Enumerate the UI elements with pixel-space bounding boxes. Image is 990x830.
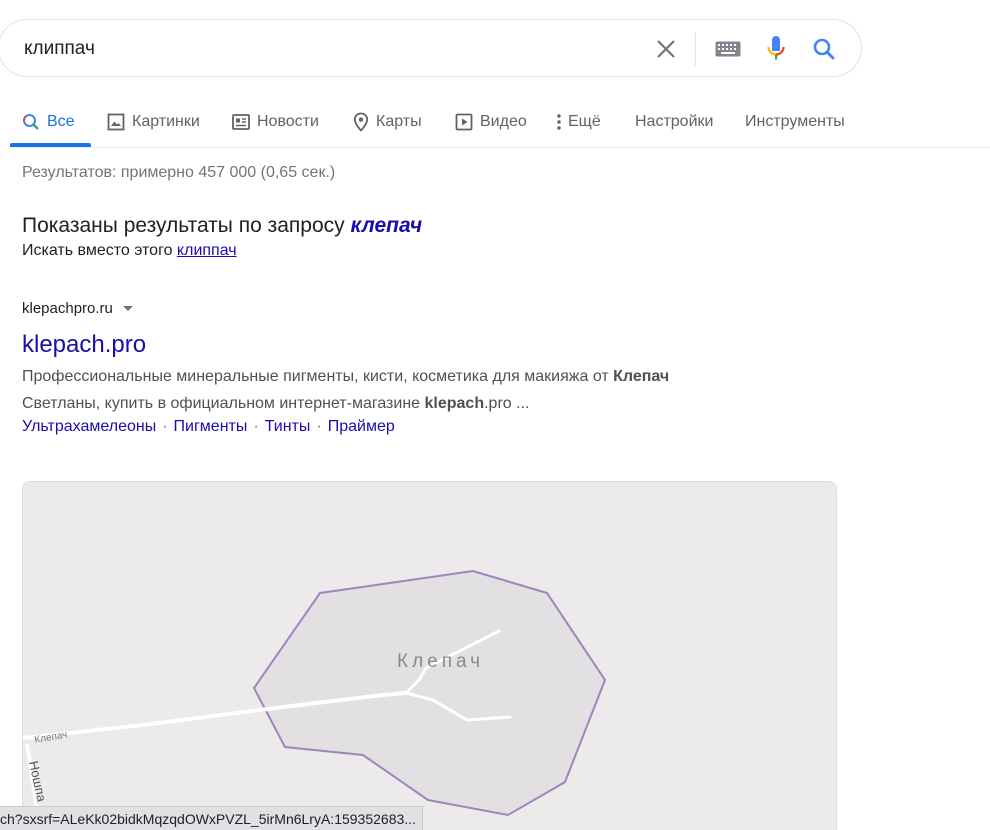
tab-settings[interactable]: Настройки [635,107,713,137]
sitelink[interactable]: Праймер [328,418,395,435]
tab-maps[interactable]: Карты [353,107,422,137]
snippet-text: .pro ... [484,395,530,412]
snippet-text: Светланы, купить в официальном интернет-… [22,395,425,412]
keyboard-icon[interactable] [711,34,745,64]
tab-label: Ещё [568,113,601,130]
search-divider [695,32,696,66]
sitelink[interactable]: Ультрахамелеоны [22,418,156,435]
image-icon [107,113,125,131]
corrected-query-link[interactable]: клепач [351,214,423,237]
sitelink[interactable]: Тинты [265,418,311,435]
news-icon [232,114,250,130]
search-tabs: Все Картинки Новости Карты Видео Ещё Нас… [0,100,990,148]
sitelink-separator: · [162,418,168,435]
sitelink[interactable]: Пигменты [174,418,248,435]
snippet-bold: klepach [424,395,485,412]
showing-results-line: Показаны результаты по запросу клепач [22,214,422,238]
original-query-link[interactable]: клиппач [177,242,237,259]
tab-label: Карты [376,113,422,130]
tab-label: Новости [257,113,319,130]
tab-tools[interactable]: Инструменты [745,107,845,137]
search-instead-prefix: Искать вместо этого [22,242,173,259]
clear-icon[interactable] [651,34,681,64]
map-street-label: Ношпа [26,760,49,804]
result-menu-caret-icon[interactable] [122,306,133,311]
result-snippet: Профессиональные минеральные пигменты, к… [22,363,842,417]
tab-label: Все [47,113,75,130]
tabs-divider [10,147,990,148]
map-pin-icon [353,112,369,132]
tab-label: Инструменты [745,113,845,130]
sitelink-separator: · [316,418,322,435]
search-box[interactable]: клиппач [0,19,862,77]
search-input[interactable]: клиппач [24,38,95,60]
tab-label: Настройки [635,113,714,130]
more-vert-icon [556,113,562,131]
result-title-link[interactable]: klepach.pro [22,331,842,359]
map-place-label: Клепач [397,651,484,672]
map-road-label: Клепач [34,729,69,746]
microphone-icon[interactable] [761,34,791,64]
tab-all[interactable]: Все [22,107,75,137]
sitelinks: Ультрахамелеоны · Пигменты · Тинты · Праймер [22,418,842,436]
spelling-correction: Показаны результаты по запросу клепач Ис… [22,214,422,260]
result-url: klepachpro.ru [22,300,842,317]
result-stats: Результатов: примерно 457 000 (0,65 сек.… [22,164,336,181]
search-instead-line: Искать вместо этого клиппач [22,242,422,260]
snippet-text: Профессиональные минеральные пигменты, к… [22,368,614,385]
map-preview[interactable]: Клепач Клепач Ношпа [22,481,837,830]
tab-news[interactable]: Новости [232,107,319,137]
video-icon [455,113,473,131]
tab-video[interactable]: Видео [455,107,527,137]
search-result: klepachpro.ru klepach.pro Профессиональн… [22,300,842,436]
result-domain: klepachpro.ru [22,300,113,317]
tab-images[interactable]: Картинки [107,107,200,137]
tab-more[interactable]: Ещё [556,107,601,137]
snippet-bold: Клепач [613,368,670,385]
showing-results-prefix: Показаны результаты по запросу [22,214,345,237]
search-icon [22,113,40,131]
locality-boundary [252,569,607,817]
sitelink-separator: · [253,418,259,435]
tab-label: Видео [480,113,527,130]
tab-label: Картинки [132,113,200,130]
browser-status-url: ch?sxsrf=ALeKk02bidkMqzqdOWxPVZL_5irMn6L… [0,806,423,830]
search-icon[interactable] [809,34,839,64]
